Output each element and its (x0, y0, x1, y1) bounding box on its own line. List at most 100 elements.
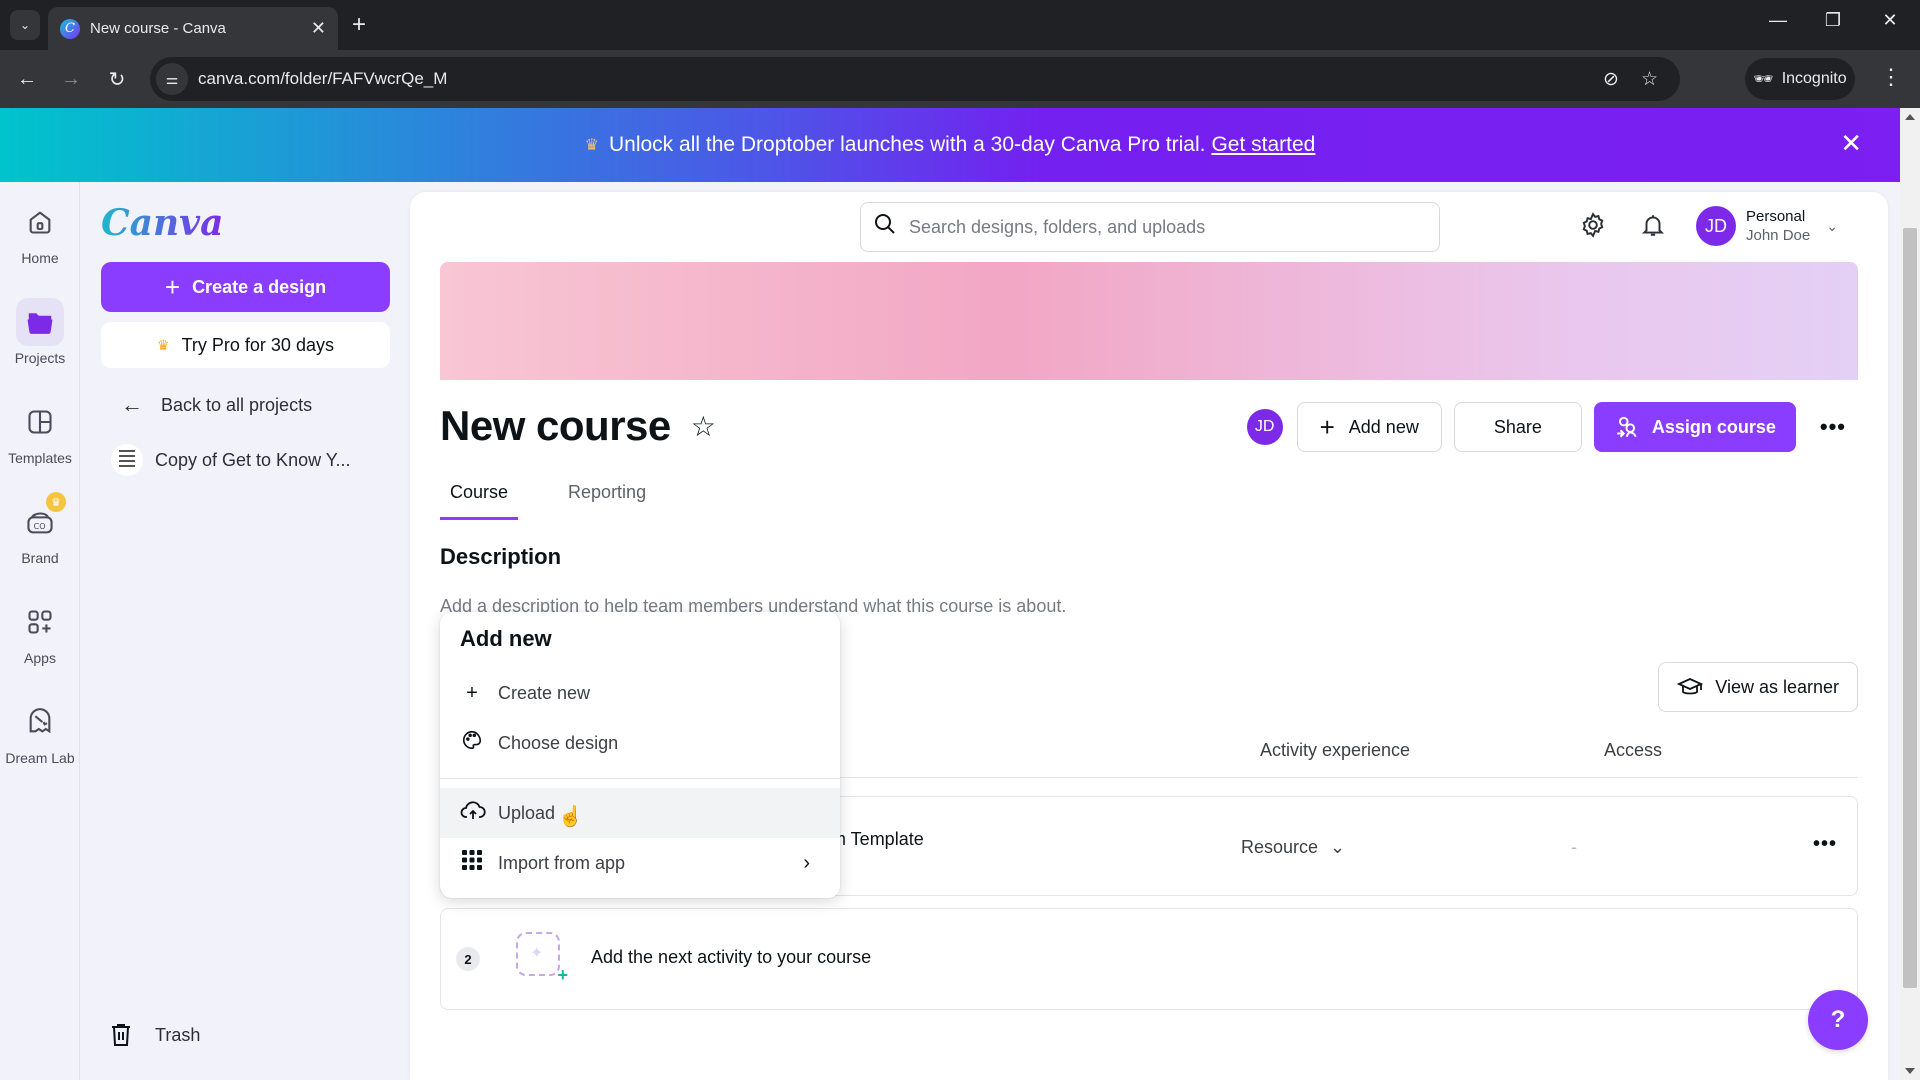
cloud-upload-icon (460, 799, 486, 827)
search-input[interactable] (909, 216, 1409, 238)
trash-link[interactable]: Trash (109, 1022, 200, 1048)
add-new-button[interactable]: + Add new (1296, 402, 1442, 452)
tab-course[interactable]: Course (440, 482, 519, 520)
page-title: New course ☆ (440, 402, 716, 450)
create-design-button[interactable]: + Create a design (101, 262, 390, 312)
notification-bell-icon[interactable] (1640, 212, 1666, 245)
tab-title: New course - Canva (90, 20, 226, 37)
activity-experience-select[interactable]: Resource ⌄ (1241, 837, 1345, 858)
chevron-down-icon: ⌄ (19, 18, 31, 32)
tab-reporting[interactable]: Reporting (558, 482, 656, 520)
incognito-icon: 🕶 (1753, 71, 1774, 88)
row-more-button[interactable]: ••• (1813, 833, 1837, 856)
menu-item-label: Create new (498, 682, 591, 703)
plus-icon: + (466, 681, 478, 704)
browser-toolbar: ← → ↻ ⚌ canva.com/folder/FAFVwcrQe_M ⊘ ☆… (0, 50, 1920, 108)
canva-logo[interactable]: Canva (101, 202, 223, 244)
menu-item-label: Choose design (498, 732, 619, 753)
site-settings-icon[interactable]: ⚌ (156, 63, 188, 95)
rail-item-home[interactable]: Home (0, 198, 80, 266)
rail-item-apps[interactable]: Apps (0, 598, 80, 666)
rail-item-brand[interactable]: CO ♛ Brand (0, 492, 80, 566)
account-type: Personal (1746, 208, 1806, 225)
url-text[interactable]: canva.com/folder/FAFVwcrQe_M (198, 69, 1603, 89)
templates-icon (16, 398, 64, 446)
tab-list-button[interactable]: ⌄ (10, 10, 40, 40)
browser-tab[interactable]: C New course - Canva ✕ (48, 7, 338, 50)
view-as-learner-label: View as learner (1715, 676, 1839, 697)
help-button[interactable]: ? (1808, 990, 1868, 1050)
try-pro-label: Try Pro for 30 days (181, 334, 334, 355)
chevron-down-icon: ⌄ (1826, 217, 1838, 234)
reload-button[interactable]: ↻ (102, 64, 132, 94)
assign-course-button[interactable]: Assign course (1593, 402, 1796, 452)
menu-item-choose-design[interactable]: Choose design (440, 718, 840, 768)
close-window-button[interactable]: ✕ (1870, 10, 1910, 31)
address-bar[interactable]: ⚌ canva.com/folder/FAFVwcrQe_M ⊘ ☆ (150, 57, 1680, 101)
crown-icon: ♛ (584, 137, 599, 154)
scroll-down-arrow-icon[interactable] (1905, 1068, 1915, 1074)
collaborator-avatar[interactable]: JD (1246, 409, 1283, 445)
menu-item-import-from-app[interactable]: Import from app › (440, 838, 840, 888)
promo-banner: ♛ Unlock all the Droptober launches with… (0, 108, 1900, 182)
menu-item-create-new[interactable]: + Create new (440, 668, 840, 718)
plus-icon: + (164, 271, 181, 302)
back-to-projects-link[interactable]: ← Back to all projects (121, 392, 312, 418)
bookmark-star-icon[interactable]: ☆ (1641, 68, 1658, 91)
svg-text:CO: CO (34, 522, 46, 531)
back-label: Back to all projects (161, 394, 313, 415)
design-thumbnail (111, 444, 143, 476)
rail-item-projects[interactable]: Projects (0, 298, 80, 366)
minimize-button[interactable]: — (1758, 10, 1798, 31)
project-item-label: Copy of Get to Know Y... (155, 449, 351, 470)
scroll-up-arrow-icon[interactable] (1905, 114, 1915, 120)
add-next-activity-row[interactable]: 2 ✦ + Add the next activity to your cour… (440, 908, 1858, 1010)
star-icon[interactable]: ☆ (691, 410, 716, 443)
share-button[interactable]: Share (1453, 402, 1582, 452)
banner-text: Unlock all the Droptober launches with a… (608, 133, 1206, 156)
menu-divider (440, 778, 840, 779)
scrollbar-thumb[interactable] (1903, 228, 1917, 988)
palette-icon (460, 729, 484, 757)
description-heading: Description (440, 544, 562, 569)
add-new-label: Add new (1348, 416, 1419, 437)
try-pro-button[interactable]: ♛ Try Pro for 30 days (101, 322, 390, 368)
rail-item-templates[interactable]: Templates (0, 398, 80, 466)
settings-gear-icon[interactable] (1580, 212, 1606, 245)
course-title[interactable]: New course (440, 402, 671, 450)
arrow-right-icon: → (61, 67, 81, 90)
activity-experience-value: Resource (1241, 837, 1319, 857)
hand-pointer-cursor-icon: ☝ (558, 806, 583, 828)
apps-icon (16, 598, 64, 646)
close-banner-icon[interactable]: ✕ (1840, 128, 1862, 159)
restore-button[interactable]: ❐ (1813, 10, 1853, 31)
more-options-button[interactable]: ••• (1808, 414, 1858, 440)
share-label: Share (1493, 416, 1542, 437)
get-started-link[interactable]: Get started (1211, 133, 1315, 157)
user-name: John Doe (1746, 227, 1811, 244)
chevron-right-icon: › (803, 851, 810, 874)
column-access: Access (1604, 740, 1663, 760)
plus-icon: + (557, 965, 568, 985)
trash-label: Trash (155, 1024, 201, 1045)
back-button[interactable]: ← (12, 64, 42, 94)
rail-label: Brand (21, 550, 59, 566)
add-new-menu: Add new + Create new Choose design Uploa… (440, 612, 840, 898)
menu-item-upload[interactable]: Upload (440, 788, 840, 838)
rail-item-dream-lab[interactable]: Dream Lab (0, 698, 80, 766)
incognito-indicator[interactable]: 🕶 Incognito (1745, 58, 1855, 100)
forward-button[interactable]: → (56, 64, 86, 94)
view-as-learner-button[interactable]: View as learner (1658, 662, 1858, 712)
search-box[interactable] (860, 202, 1440, 252)
crown-icon: ♛ (157, 336, 170, 353)
eye-off-icon[interactable]: ⊘ (1603, 68, 1619, 91)
new-tab-button[interactable]: + (352, 10, 366, 40)
menu-item-label: Upload (498, 802, 556, 823)
browser-menu-button[interactable]: ⋮ (1880, 64, 1902, 90)
avatar: JD (1696, 206, 1736, 246)
account-switcher[interactable]: JD Personal John Doe ⌄ (1696, 206, 1838, 246)
graduation-cap-icon (1677, 678, 1704, 695)
close-tab-icon[interactable]: ✕ (311, 18, 326, 39)
project-item[interactable]: Copy of Get to Know Y... (111, 444, 350, 476)
page-scrollbar[interactable] (1900, 108, 1920, 1080)
